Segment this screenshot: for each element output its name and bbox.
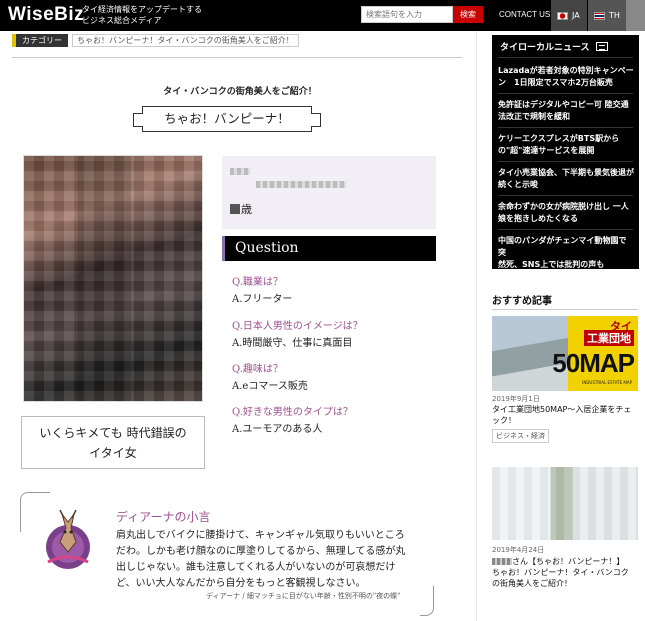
recommended-heading: おすすめ記事 bbox=[492, 296, 552, 307]
rec2-title-line-3: の街角美人をご紹介！ bbox=[492, 579, 572, 588]
article-date: 2019年9月1日 bbox=[492, 395, 540, 403]
comment-body: 肩丸出しでバイクに腰掛けて、キャンギャル気取りもいいところだわ。しかも老け顔なの… bbox=[116, 530, 406, 589]
news-line: ン 1日限定でスマホ2万台販売 bbox=[498, 78, 613, 87]
language-ja-label: JA bbox=[572, 11, 580, 20]
answer-text: A.フリーター bbox=[232, 294, 293, 305]
news-item[interactable]: タイ小売業協会、下半期も景気後退が 続くと示唆 bbox=[498, 167, 634, 191]
site-tagline: タイ経済情報をアップデートする ビジネス総合メディア bbox=[82, 4, 202, 26]
decorative-corner bbox=[420, 586, 434, 616]
qa-item: Q.日本人男性のイメージは？ A.時間厳守、仕事に真面目 bbox=[232, 320, 363, 351]
question-text: Q.趣味は？ bbox=[232, 364, 283, 375]
recommended-divider bbox=[492, 309, 638, 310]
tagline-line-1: タイ経済情報をアップデートする bbox=[82, 5, 202, 14]
search-input[interactable] bbox=[361, 6, 453, 23]
thumbnail-label: 工業団地 bbox=[584, 330, 634, 346]
contact-us-link[interactable]: CONTACT US bbox=[499, 10, 550, 19]
language-th-label: TH bbox=[609, 11, 620, 20]
news-divider bbox=[498, 127, 633, 128]
qa-item: Q.好きな男性のタイプは？ A.ユーモアのある人 bbox=[232, 406, 353, 437]
thailand-flag-icon bbox=[594, 11, 605, 20]
news-line: 法改正で規制を緩和 bbox=[498, 112, 570, 121]
age-suffix: 歳 bbox=[241, 203, 252, 216]
header-edge-block bbox=[626, 0, 645, 31]
recommended-article-title[interactable]: タイ工業団地50MAP〜入居企業をチェック！ bbox=[492, 404, 638, 426]
japan-flag-icon bbox=[557, 11, 568, 20]
news-line: 然死、SNS上では批判の声も bbox=[498, 260, 605, 269]
qa-item: Q.趣味は？ A.eコマース販売 bbox=[232, 363, 308, 394]
rec2-title-line-2: ちゃお！バンピーナ！タイ・バンコク bbox=[492, 568, 629, 577]
local-news-heading: タイローカルニュース bbox=[500, 40, 608, 53]
pixelated-portrait-photo bbox=[23, 155, 203, 402]
news-divider bbox=[498, 93, 633, 94]
caption-line-2: イタイ女 bbox=[89, 446, 137, 460]
profile-box: 歳 bbox=[222, 156, 436, 229]
recommended-article-title[interactable]: さん【ちゃお！バンピーナ！】 ちゃお！バンピーナ！タイ・バンコク の街角美人をご… bbox=[492, 556, 638, 589]
question-text: Q.職業は？ bbox=[232, 277, 283, 288]
news-line: の"超"速達サービスを展開 bbox=[498, 146, 595, 155]
question-text: Q.好きな男性のタイプは？ bbox=[232, 407, 353, 418]
deer-mascot-icon bbox=[46, 509, 90, 569]
pixelated-portrait-thumbnail[interactable] bbox=[492, 467, 638, 540]
photo-caption: いくらキメても 時代錯誤の イタイ女 bbox=[21, 416, 205, 469]
news-item[interactable]: 中国のパンダがチェンマイ動物園で突 然死、SNS上では批判の声も bbox=[498, 235, 634, 271]
tagline-line-2: ビジネス総合メディア bbox=[82, 16, 162, 25]
caption-line-1: いくらキメても 時代錯誤の bbox=[39, 426, 187, 440]
news-item[interactable]: ケリーエクスプレスがBTS駅から の"超"速達サービスを展開 bbox=[498, 133, 634, 157]
answer-text: A.eコマース販売 bbox=[232, 381, 308, 392]
category-link[interactable]: ちゃお！バンピーナ！タイ・バンコクの街角美人をご紹介！ bbox=[72, 34, 299, 47]
news-item[interactable]: Lazadaが若者対象の特別キャンペー ン 1日限定でスマホ2万台販売 bbox=[498, 65, 634, 89]
news-line: 余命わずかの女が病院脱け出し 一人 bbox=[498, 202, 629, 211]
thumbnail-sub-text: INDUSTRIAL ESTATE MAP bbox=[582, 380, 632, 385]
industrial-map-thumbnail[interactable]: タイ 工業団地 50MAP INDUSTRIAL ESTATE MAP bbox=[492, 316, 638, 391]
article-kicker: タイ・バンコクの街角美人をご紹介！ bbox=[163, 87, 317, 97]
qa-item: Q.職業は？ A.フリーター bbox=[232, 276, 292, 307]
newspaper-icon bbox=[595, 42, 608, 51]
news-line: ケリーエクスプレスがBTS駅から bbox=[498, 134, 620, 143]
answer-text: A.ユーモアのある人 bbox=[232, 424, 323, 435]
thumbnail-map-text: 50MAP bbox=[552, 348, 635, 378]
news-line: 中国のパンダがチェンマイ動物園で突 bbox=[498, 236, 627, 257]
news-line: 娘を抱きしめたくなる bbox=[498, 214, 578, 223]
category-label: カテゴリー bbox=[12, 34, 68, 47]
news-divider bbox=[498, 161, 633, 162]
news-line: 続くと示唆 bbox=[498, 180, 538, 189]
search-button[interactable]: 検索 bbox=[453, 6, 483, 23]
news-line: Lazadaが若者対象の特別キャンペー bbox=[498, 66, 634, 75]
news-item[interactable]: 余命わずかの女が病院脱け出し 一人 娘を抱きしめたくなる bbox=[498, 201, 634, 225]
profile-age: 歳 bbox=[230, 201, 252, 217]
news-divider bbox=[498, 229, 633, 230]
rec2-title-suffix: さん【ちゃお！バンピーナ！】 bbox=[512, 557, 625, 566]
blurred-name bbox=[492, 558, 512, 565]
article-title: ちゃお！バンピーナ！ bbox=[133, 106, 321, 132]
local-news-heading-label: タイローカルニュース bbox=[500, 43, 590, 53]
local-news-panel: タイローカルニュース Lazadaが若者対象の特別キャンペー ン 1日限定でスマ… bbox=[492, 35, 639, 269]
article-date: 2019年4月24日 bbox=[492, 546, 545, 554]
language-th-button[interactable]: TH bbox=[588, 0, 626, 31]
news-line: 免許証はデジタルやコピー可 陸交通 bbox=[498, 100, 629, 109]
blurred-name-romanized bbox=[256, 181, 346, 188]
blurred-name bbox=[230, 168, 250, 175]
category-tag[interactable]: ビジネス・経済 bbox=[492, 429, 549, 443]
language-ja-button[interactable]: JA bbox=[551, 0, 587, 31]
news-line: タイ小売業協会、下半期も景気後退が bbox=[498, 168, 634, 177]
comment-title: ディアーナの小言 bbox=[116, 510, 211, 524]
question-text: Q.日本人男性のイメージは？ bbox=[232, 321, 363, 332]
news-divider bbox=[498, 195, 633, 196]
column-divider bbox=[476, 31, 477, 621]
question-heading: Question bbox=[222, 236, 436, 261]
site-logo[interactable]: WiseBiz bbox=[8, 4, 84, 26]
comment-signature: ディアーナ / 細マッチョに目がない年齢・性別不明の"夜の蝶" bbox=[206, 592, 401, 600]
news-divider bbox=[498, 57, 633, 58]
answer-text: A.時間厳守、仕事に真面目 bbox=[232, 338, 353, 349]
news-item[interactable]: 免許証はデジタルやコピー可 陸交通 法改正で規制を緩和 bbox=[498, 99, 634, 123]
blurred-age-number bbox=[230, 204, 240, 214]
header-divider bbox=[12, 57, 462, 58]
